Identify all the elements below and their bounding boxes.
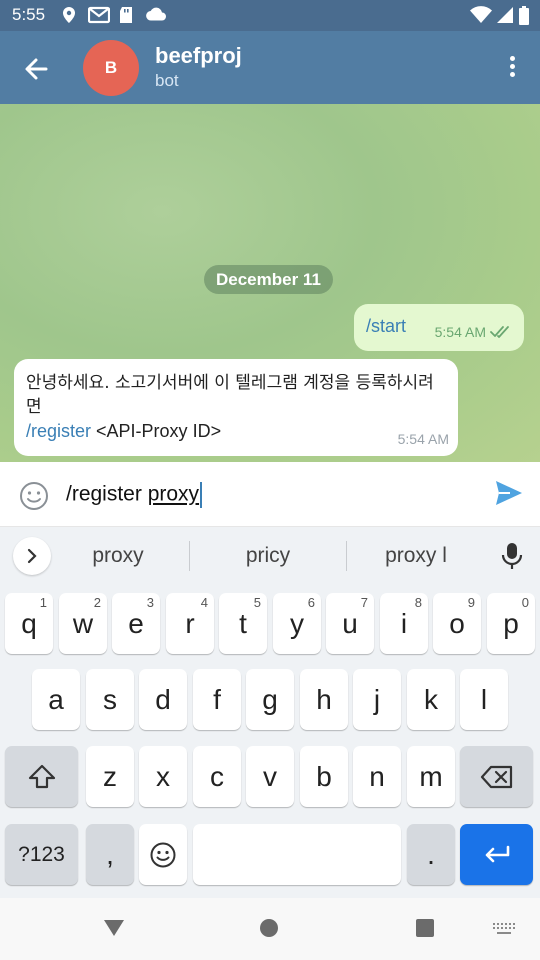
- key-n[interactable]: n: [353, 746, 401, 807]
- key-h[interactable]: h: [300, 669, 348, 730]
- key-j[interactable]: j: [353, 669, 401, 730]
- shift-icon: [28, 764, 55, 788]
- key-r[interactable]: r4: [166, 593, 214, 654]
- date-divider: December 11: [204, 265, 333, 294]
- battery-icon: [519, 6, 529, 25]
- more-menu-icon[interactable]: [502, 53, 522, 83]
- suggestion-item[interactable]: pricy: [198, 544, 338, 568]
- key-o[interactable]: o9: [433, 593, 481, 654]
- key-p[interactable]: p0: [487, 593, 535, 654]
- key-k[interactable]: k: [407, 669, 455, 730]
- key-v[interactable]: v: [246, 746, 294, 807]
- emoji-icon: [150, 842, 176, 867]
- back-arrow-icon[interactable]: [16, 49, 56, 89]
- message-meta: 5:54 AM: [435, 324, 512, 340]
- space-key[interactable]: [193, 824, 401, 885]
- double-check-icon: [490, 326, 509, 338]
- message-text: 안녕하세요. 소고기서버에 이 텔레그램 계정을 등록하시려면: [26, 373, 434, 417]
- status-bar: 5:55: [0, 0, 540, 31]
- key-m[interactable]: m: [407, 746, 455, 807]
- period-key[interactable]: .: [407, 824, 455, 885]
- back-triangle-icon[interactable]: [102, 918, 126, 938]
- message-input[interactable]: /register proxy: [66, 482, 203, 508]
- suggestion-strip: proxy pricy proxy l: [0, 527, 540, 585]
- key-u[interactable]: u7: [326, 593, 374, 654]
- home-circle-icon[interactable]: [259, 918, 279, 938]
- message-list[interactable]: December 11 /start 5:54 AM 안녕하세요. 소고기서버에…: [0, 104, 540, 462]
- message-text[interactable]: /start: [366, 316, 406, 337]
- command-argument: <API-Proxy ID>: [91, 421, 222, 441]
- key-f[interactable]: f: [193, 669, 241, 730]
- keyboard-switch-icon[interactable]: [492, 922, 516, 936]
- message-time: 5:54 AM: [397, 431, 449, 447]
- enter-key[interactable]: [460, 824, 533, 885]
- suggestion-item[interactable]: proxy l: [346, 544, 486, 568]
- wifi-icon: [470, 6, 492, 24]
- avatar[interactable]: B: [83, 40, 139, 96]
- key-c[interactable]: c: [193, 746, 241, 807]
- message-command-line: /register <API-Proxy ID>: [26, 421, 221, 442]
- backspace-icon: [480, 765, 512, 788]
- gmail-icon: [88, 6, 110, 24]
- incoming-message[interactable]: 안녕하세요. 소고기서버에 이 텔레그램 계정을 등록하시려면 /registe…: [14, 359, 458, 456]
- chat-subtitle: bot: [155, 71, 179, 90]
- key-a[interactable]: a: [32, 669, 80, 730]
- key-y[interactable]: y6: [273, 593, 321, 654]
- signal-icon: [497, 7, 513, 23]
- key-q[interactable]: q1: [5, 593, 53, 654]
- enter-icon: [485, 845, 509, 862]
- symbols-key[interactable]: ?123: [5, 824, 78, 885]
- key-g[interactable]: g: [246, 669, 294, 730]
- chat-header: B beefproj bot: [0, 31, 540, 104]
- register-command-link[interactable]: /register: [26, 421, 91, 441]
- comma-key[interactable]: ,: [86, 824, 134, 885]
- expand-suggestions-button[interactable]: [13, 537, 51, 575]
- microphone-icon[interactable]: [500, 541, 524, 571]
- divider: [189, 541, 190, 571]
- key-b[interactable]: b: [300, 746, 348, 807]
- key-e[interactable]: e3: [112, 593, 160, 654]
- key-x[interactable]: x: [139, 746, 187, 807]
- outgoing-message[interactable]: /start 5:54 AM: [354, 304, 524, 351]
- location-icon: [63, 7, 75, 23]
- sd-card-icon: [120, 7, 132, 23]
- chevron-right-icon: [27, 548, 37, 564]
- suggestion-item[interactable]: proxy: [48, 544, 188, 568]
- key-i[interactable]: i8: [380, 593, 428, 654]
- keyboard: q1 w2 e3 r4 t5 y6 u7 i8 o9 p0 a s d f g …: [0, 585, 540, 898]
- cloud-icon: [146, 7, 166, 21]
- emoji-icon[interactable]: [18, 480, 50, 512]
- key-l[interactable]: l: [460, 669, 508, 730]
- recents-square-icon[interactable]: [415, 918, 435, 938]
- key-d[interactable]: d: [139, 669, 187, 730]
- key-z[interactable]: z: [86, 746, 134, 807]
- key-t[interactable]: t5: [219, 593, 267, 654]
- shift-key[interactable]: [5, 746, 78, 807]
- status-time: 5:55: [12, 5, 46, 24]
- text-caret: [200, 482, 203, 508]
- composer-bar: /register proxy: [0, 462, 540, 527]
- emoji-key[interactable]: [139, 824, 187, 885]
- message-time: 5:54 AM: [434, 324, 486, 340]
- key-w[interactable]: w2: [59, 593, 107, 654]
- system-nav-bar: [0, 898, 540, 960]
- send-icon[interactable]: [494, 478, 524, 508]
- chat-title[interactable]: beefproj: [155, 43, 242, 69]
- key-s[interactable]: s: [86, 669, 134, 730]
- backspace-key[interactable]: [460, 746, 533, 807]
